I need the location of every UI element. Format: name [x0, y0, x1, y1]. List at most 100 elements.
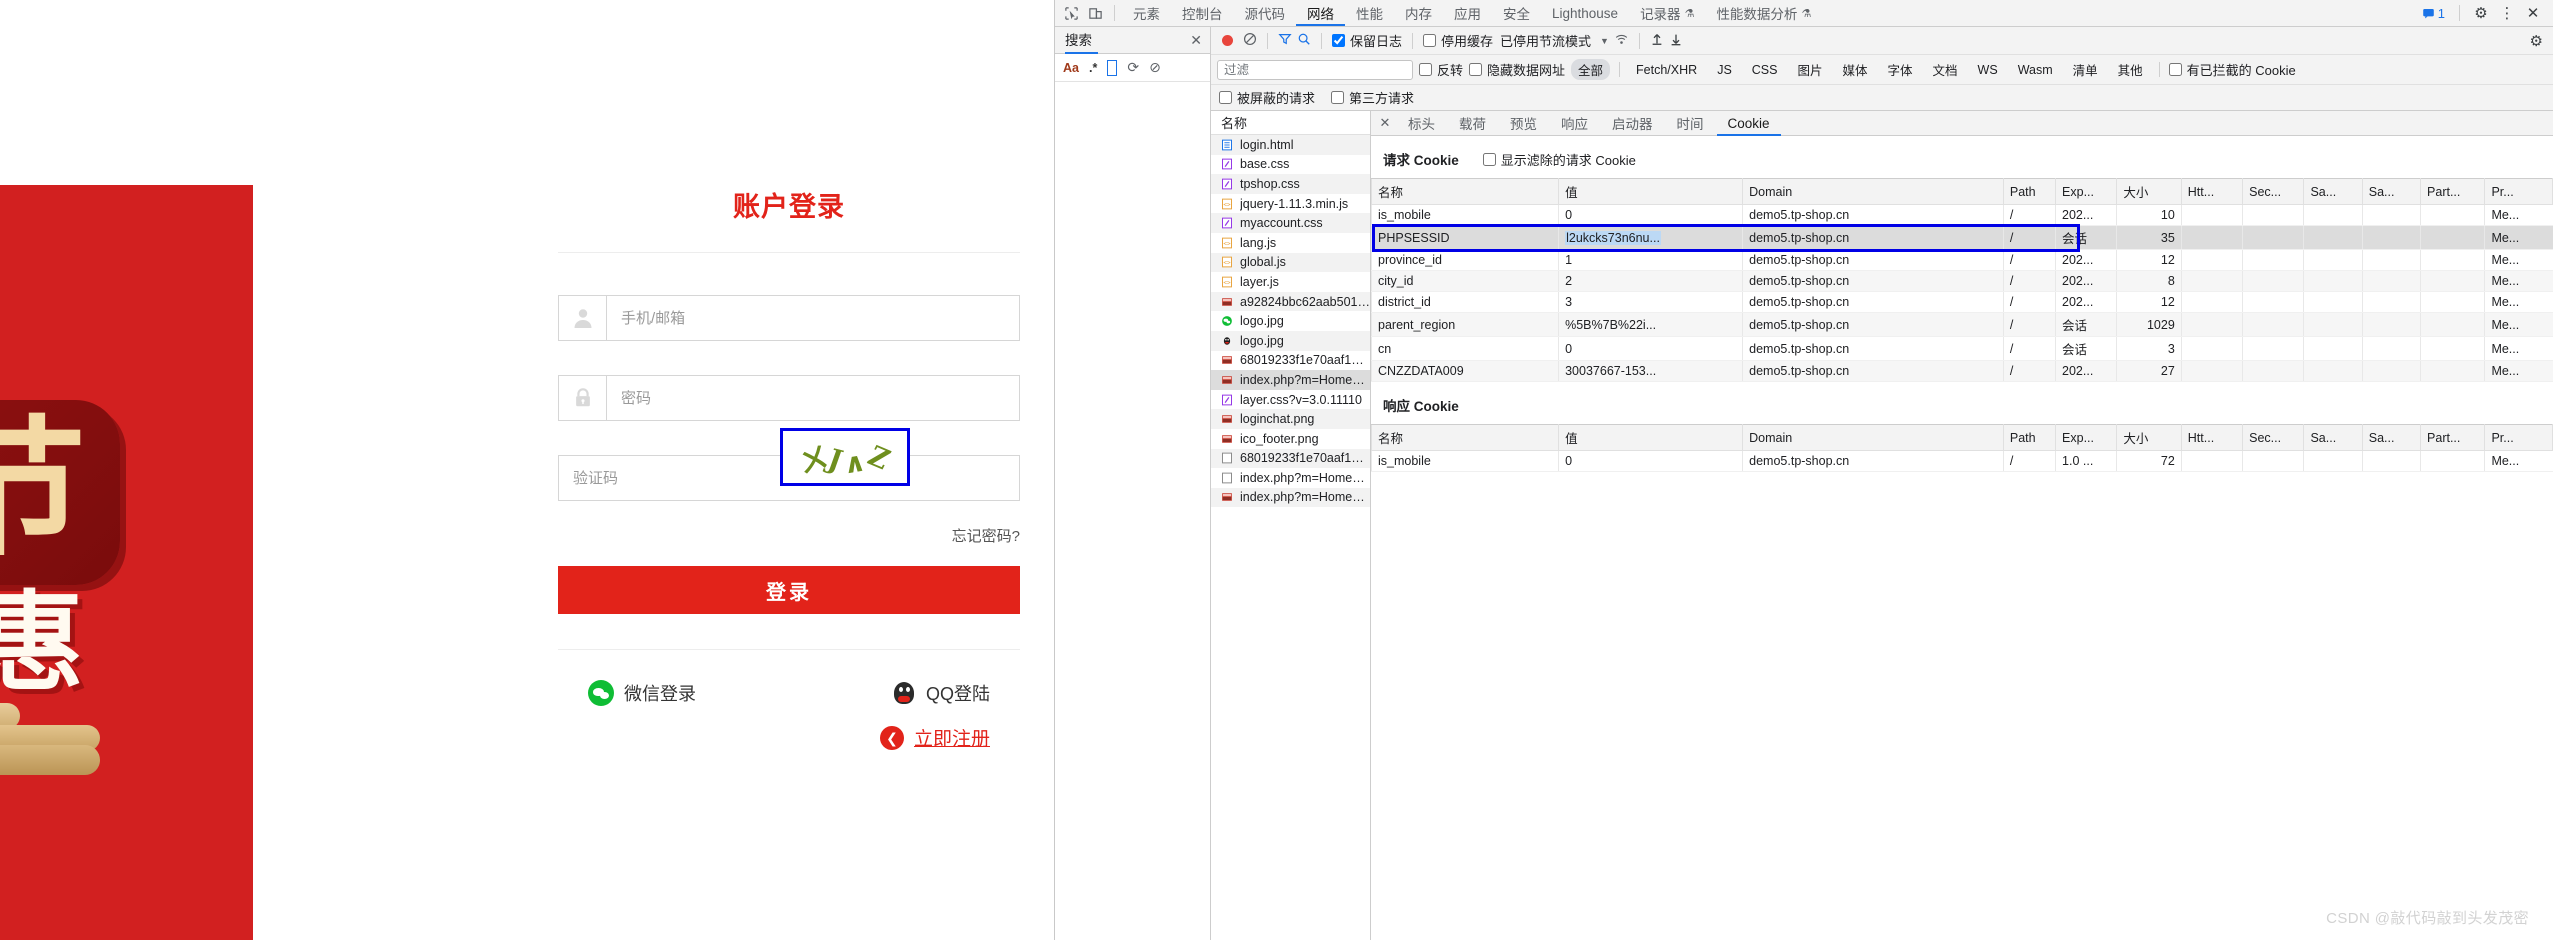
type-filter-other[interactable]: 其他: [2111, 59, 2150, 80]
close-icon[interactable]: ✕: [1190, 32, 1202, 49]
invert-checkbox[interactable]: 反转: [1419, 60, 1463, 79]
table-row[interactable]: CNZZDATA009 30037667-153... demo5.tp-shop.…: [1371, 360, 2553, 382]
request-list-item[interactable]: ico_footer.png: [1211, 429, 1370, 449]
request-list-item[interactable]: a92824bbc62aab5016d3...: [1211, 291, 1370, 312]
messages-icon[interactable]: 1: [2417, 3, 2450, 23]
request-list-item[interactable]: 68019233f1e70aaf16ae9...: [1211, 448, 1370, 469]
column-header[interactable]: Exp...: [2055, 178, 2118, 205]
table-row[interactable]: PHPSESSID l2ukcks73n6nu... demo5.tp-shop.c…: [1371, 225, 2553, 250]
network-settings-gear-icon[interactable]: ⚙: [2530, 32, 2547, 50]
clear-icon[interactable]: ⊘: [1149, 59, 1161, 76]
detail-tab-headers[interactable]: 标头: [1397, 111, 1446, 136]
request-list-item[interactable]: login.html: [1211, 135, 1370, 155]
type-filter-media[interactable]: 媒体: [1836, 59, 1875, 80]
request-list-item[interactable]: myaccount.css: [1211, 213, 1370, 233]
import-har-icon[interactable]: [1650, 32, 1664, 49]
column-header[interactable]: Sec...: [2242, 424, 2305, 451]
disable-cache-input[interactable]: [1423, 34, 1437, 47]
detail-tab-preview[interactable]: 预览: [1499, 111, 1548, 136]
hide-data-urls-input[interactable]: [1469, 63, 1483, 76]
column-header[interactable]: Part...: [2420, 424, 2486, 451]
column-header[interactable]: Sa...: [2361, 178, 2422, 205]
type-filter-all[interactable]: 全部: [1571, 59, 1611, 80]
show-filtered-cookies-input[interactable]: [1482, 152, 1496, 166]
type-filter-font[interactable]: 字体: [1881, 59, 1920, 80]
request-list-item[interactable]: <> layer.js: [1211, 272, 1370, 292]
column-header[interactable]: 值: [1558, 424, 1744, 451]
column-header[interactable]: Part...: [2420, 178, 2486, 205]
detail-tab-cookies[interactable]: Cookie: [1717, 111, 1781, 136]
tab-lighthouse[interactable]: Lighthouse: [1541, 0, 1629, 26]
table-row[interactable]: is_mobile 0 demo5.tp-shop.cn/202... 10 Me...: [1371, 204, 2553, 226]
column-header[interactable]: Domain: [1742, 424, 2004, 451]
request-list-item[interactable]: index.php?m=Home&c...: [1211, 370, 1370, 390]
third-party-requests-input[interactable]: [1331, 91, 1345, 104]
table-row[interactable]: cn 0 demo5.tp-shop.cn / 会话 3 Me...: [1371, 336, 2553, 361]
table-row[interactable]: province_id 1 demo5.tp-shop.cn/202... 12 Me.…: [1371, 249, 2553, 271]
tab-performance-insights[interactable]: 性能数据分析 ⚗: [1705, 0, 1822, 26]
request-list-item[interactable]: logo.jpg: [1211, 311, 1370, 331]
request-list-item[interactable]: layer.css?v=3.0.11110: [1211, 390, 1370, 410]
type-filter-fetch-xhr[interactable]: Fetch/XHR: [1629, 62, 1704, 78]
register-link[interactable]: 立即注册: [914, 724, 990, 751]
request-list-item[interactable]: <> lang.js: [1211, 233, 1370, 253]
wechat-login-button[interactable]: 微信登录: [588, 680, 696, 706]
detail-tab-initiator[interactable]: 启动器: [1601, 111, 1664, 136]
column-header[interactable]: Htt...: [2180, 424, 2244, 451]
password-input[interactable]: [607, 376, 1019, 420]
type-filter-js[interactable]: JS: [1710, 62, 1739, 78]
close-detail-icon[interactable]: ✕: [1375, 113, 1395, 133]
kebab-menu-icon[interactable]: ⋮: [2495, 2, 2519, 24]
captcha-image[interactable]: ㄨJ∧Z: [780, 428, 910, 486]
column-header[interactable]: 值: [1558, 178, 1744, 205]
search-input[interactable]: [1107, 59, 1118, 76]
tab-recorder[interactable]: 记录器 ⚗: [1629, 0, 1705, 26]
column-header[interactable]: Path: [2002, 178, 2057, 205]
type-filter-manifest[interactable]: 清单: [2066, 59, 2105, 80]
column-header[interactable]: Path: [2002, 424, 2057, 451]
preserve-log-input[interactable]: [1332, 34, 1345, 47]
filter-funnel-icon[interactable]: [1278, 32, 1292, 49]
disable-cache-checkbox[interactable]: 停用缓存: [1423, 31, 1493, 50]
column-header[interactable]: Sa...: [2361, 424, 2422, 451]
tab-network[interactable]: 网络: [1296, 0, 1345, 26]
detail-tab-timing[interactable]: 时间: [1666, 111, 1715, 136]
request-list-item[interactable]: tpshop.css: [1211, 174, 1370, 194]
blocked-cookies-checkbox[interactable]: 有已拦截的 Cookie: [2168, 60, 2296, 79]
blocked-requests-checkbox[interactable]: 被屏蔽的请求: [1219, 88, 1315, 107]
column-header[interactable]: Sa...: [2303, 424, 2363, 451]
request-list-item[interactable]: index.php?m=Home&c...: [1211, 468, 1370, 488]
request-list-item[interactable]: logo.jpg: [1211, 330, 1370, 351]
tab-memory[interactable]: 内存: [1394, 0, 1443, 26]
type-filter-wasm[interactable]: Wasm: [2011, 62, 2060, 78]
column-header[interactable]: Pr...: [2484, 178, 2553, 205]
detail-tab-payload[interactable]: 载荷: [1448, 111, 1497, 136]
forgot-password-link[interactable]: 忘记密码?: [952, 528, 1020, 545]
chevron-down-icon[interactable]: ▼: [1600, 36, 1609, 46]
tab-sources[interactable]: 源代码: [1234, 0, 1297, 26]
clear-network-icon[interactable]: [1243, 32, 1257, 49]
column-header[interactable]: Pr...: [2484, 424, 2553, 451]
table-row[interactable]: is_mobile 0 demo5.tp-shop.cn/1.0 ... 72 Me..…: [1371, 450, 2553, 472]
column-header[interactable]: Sec...: [2242, 178, 2305, 205]
column-header[interactable]: Exp...: [2055, 424, 2118, 451]
inspect-element-icon[interactable]: [1059, 2, 1083, 24]
column-header[interactable]: 名称: [1371, 424, 1560, 451]
type-filter-ws[interactable]: WS: [1971, 62, 2005, 78]
tab-performance[interactable]: 性能: [1345, 0, 1394, 26]
column-header[interactable]: 名称: [1371, 178, 1560, 205]
blocked-requests-input[interactable]: [1219, 91, 1232, 104]
export-har-icon[interactable]: [1669, 32, 1683, 49]
record-stop-icon[interactable]: [1222, 35, 1233, 46]
invert-input[interactable]: [1419, 63, 1432, 76]
column-header[interactable]: Htt...: [2180, 178, 2244, 205]
table-row[interactable]: parent_region %5B%7B%22i... demo5.tp-shop.…: [1371, 312, 2553, 337]
type-filter-img[interactable]: 图片: [1790, 59, 1829, 80]
request-list-item[interactable]: loginchat.png: [1211, 409, 1370, 429]
request-list-item[interactable]: <> global.js: [1211, 252, 1370, 273]
username-input[interactable]: [607, 296, 1019, 340]
search-icon[interactable]: [1297, 32, 1311, 49]
request-list-item[interactable]: base.css: [1211, 155, 1370, 175]
show-filtered-cookies-checkbox[interactable]: 显示滤除的请求 Cookie: [1482, 150, 1636, 169]
column-header[interactable]: 大小: [2116, 178, 2182, 205]
